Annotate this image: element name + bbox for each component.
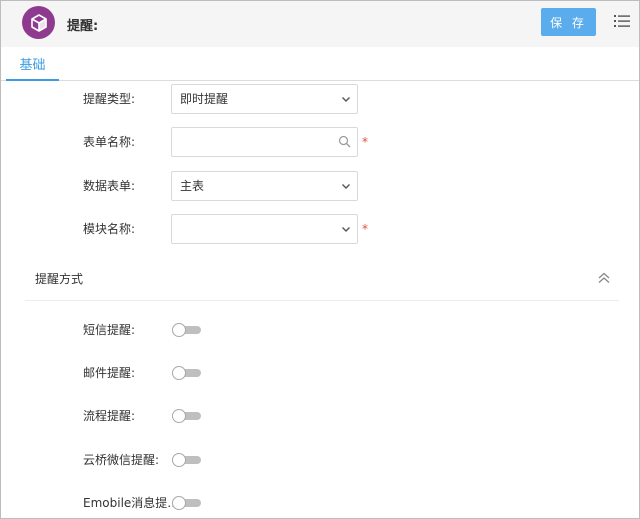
workflow-reminder-toggle[interactable] (172, 409, 201, 423)
emobile-reminder-toggle[interactable] (172, 496, 201, 510)
form-row-module-name: 模块名称: * (1, 214, 639, 244)
form-name-field[interactable] (171, 127, 358, 157)
form-name-label: 表单名称: (83, 135, 136, 149)
method-row-workflow: 流程提醒: (1, 401, 639, 431)
emobile-reminder-label: Emobile消息提… (83, 496, 173, 510)
chevron-down-icon (342, 97, 350, 102)
wechat-reminder-label: 云桥微信提醒: (83, 453, 160, 467)
email-reminder-toggle[interactable] (172, 366, 201, 380)
double-chevron-up-icon[interactable] (597, 271, 611, 285)
tab-basic[interactable]: 基础 (6, 47, 59, 81)
chevron-down-icon (342, 227, 350, 232)
search-icon[interactable] (338, 135, 351, 148)
form-row-form-name: 表单名称: * (1, 127, 639, 157)
form-row-reminder-type: 提醒类型: 即时提醒 (1, 84, 639, 114)
reminder-type-select[interactable]: 即时提醒 (171, 84, 358, 114)
sms-reminder-label: 短信提醒: (83, 323, 136, 337)
header-bar: 提醒: 保 存 (1, 1, 639, 47)
list-menu-icon[interactable] (613, 12, 631, 30)
reminder-type-label: 提醒类型: (83, 92, 136, 106)
data-form-select[interactable]: 主表 (171, 171, 358, 201)
method-row-wechat: 云桥微信提醒: (1, 445, 639, 475)
module-name-label: 模块名称: (83, 222, 136, 236)
data-form-value: 主表 (180, 179, 205, 193)
app-logo (22, 6, 55, 39)
app-window: 提醒: 保 存 基础 提醒类型: 即时提醒 表单名称: * 数据表单: 主表 模… (0, 0, 640, 519)
method-row-emobile: Emobile消息提… (1, 488, 639, 518)
save-button[interactable]: 保 存 (541, 8, 596, 36)
form-name-input[interactable] (172, 128, 332, 156)
form-row-data-form: 数据表单: 主表 (1, 171, 639, 201)
required-mark: * (362, 222, 368, 236)
module-name-select[interactable] (171, 214, 358, 244)
method-row-sms: 短信提醒: (1, 315, 639, 345)
reminder-method-section-header: 提醒方式 (25, 263, 619, 301)
wechat-reminder-toggle[interactable] (172, 453, 201, 467)
reminder-type-value: 即时提醒 (180, 92, 229, 106)
required-mark: * (362, 135, 368, 149)
cube-icon (30, 13, 47, 32)
method-row-email: 邮件提醒: (1, 358, 639, 388)
data-form-label: 数据表单: (83, 179, 136, 193)
workflow-reminder-label: 流程提醒: (83, 409, 136, 423)
tab-bar: 基础 (1, 47, 639, 81)
chevron-down-icon (342, 184, 350, 189)
section-title: 提醒方式 (35, 272, 84, 286)
sms-reminder-toggle[interactable] (172, 323, 201, 337)
email-reminder-label: 邮件提醒: (83, 366, 136, 380)
page-title: 提醒: (67, 19, 99, 34)
